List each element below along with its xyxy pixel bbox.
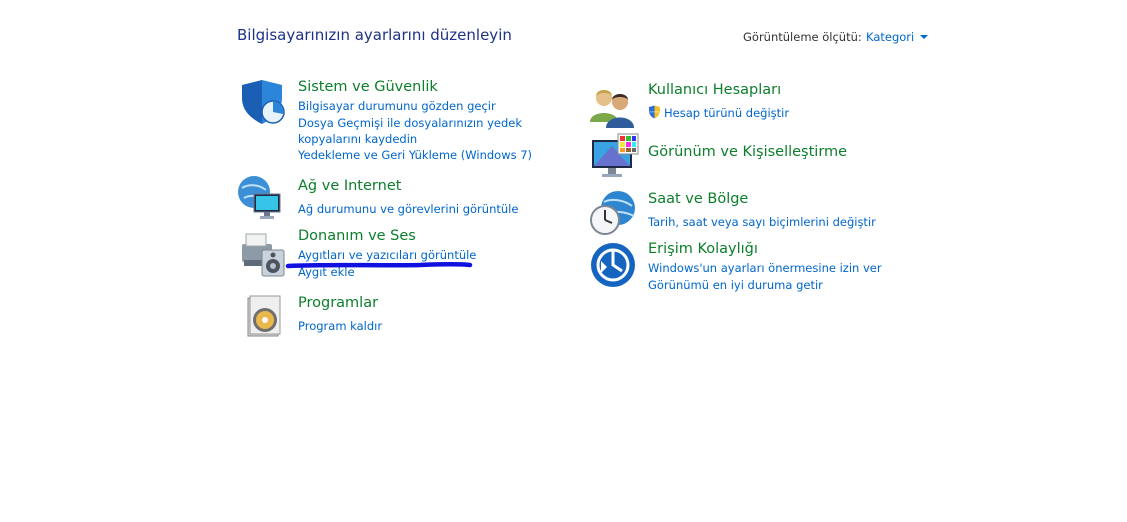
category-system-security[interactable]: Sistem ve Güvenlik	[298, 79, 438, 95]
link-network-status[interactable]: Ağ durumunu ve görevlerini görüntüle	[298, 201, 518, 217]
blue-underline-annotation	[285, 262, 473, 269]
printer-speaker-icon	[242, 233, 285, 277]
link-change-account-type[interactable]: Hesap türünü değiştir	[648, 105, 789, 121]
clock-globe-icon	[590, 191, 635, 235]
link-let-windows-suggest[interactable]: Windows'un ayarları önermesine izin ver	[648, 260, 882, 276]
link-date-time-formats[interactable]: Tarih, saat veya sayı biçimlerini değişt…	[648, 214, 876, 230]
programs-disc-icon	[247, 295, 281, 337]
link-change-account-type-label: Hesap türünü değiştir	[664, 106, 790, 120]
view-by-dropdown[interactable]: Kategori	[866, 30, 929, 44]
link-devices-printers[interactable]: Aygıtları ve yazıcıları görüntüle	[298, 247, 476, 263]
page-title: Bilgisayarınızın ayarlarını düzenleyin	[237, 26, 512, 44]
link-review-computer-status[interactable]: Bilgisayar durumunu gözden geçir	[298, 98, 496, 114]
view-by-label: Görüntüleme ölçütü:	[743, 30, 862, 44]
category-hardware-sound[interactable]: Donanım ve Ses	[298, 228, 416, 244]
category-user-accounts[interactable]: Kullanıcı Hesapları	[648, 82, 781, 98]
accessibility-icon	[591, 243, 635, 287]
caret-down-icon	[920, 35, 929, 39]
link-add-device[interactable]: Aygıt ekle	[298, 264, 355, 280]
category-network-internet[interactable]: Ağ ve Internet	[298, 178, 401, 194]
category-clock-region[interactable]: Saat ve Bölge	[648, 191, 748, 207]
link-file-history[interactable]: Dosya Geçmişi ile dosyalarınızın yedek k…	[298, 115, 568, 147]
uac-shield-icon	[649, 105, 660, 119]
link-optimize-visual-display[interactable]: Görünümü en iyi duruma getir	[648, 277, 823, 293]
link-uninstall-program[interactable]: Program kaldır	[298, 318, 382, 334]
category-programs[interactable]: Programlar	[298, 295, 378, 311]
monitor-palette-icon	[592, 133, 639, 177]
network-globe-icon	[238, 176, 281, 219]
security-shield-icon	[242, 80, 285, 124]
link-backup-restore[interactable]: Yedekleme ve Geri Yükleme (Windows 7)	[298, 147, 532, 163]
category-appearance-personalization[interactable]: Görünüm ve Kişiselleştirme	[648, 144, 847, 160]
category-ease-of-access[interactable]: Erişim Kolaylığı	[648, 241, 758, 257]
view-by-value: Kategori	[866, 30, 915, 44]
users-icon	[590, 90, 634, 128]
